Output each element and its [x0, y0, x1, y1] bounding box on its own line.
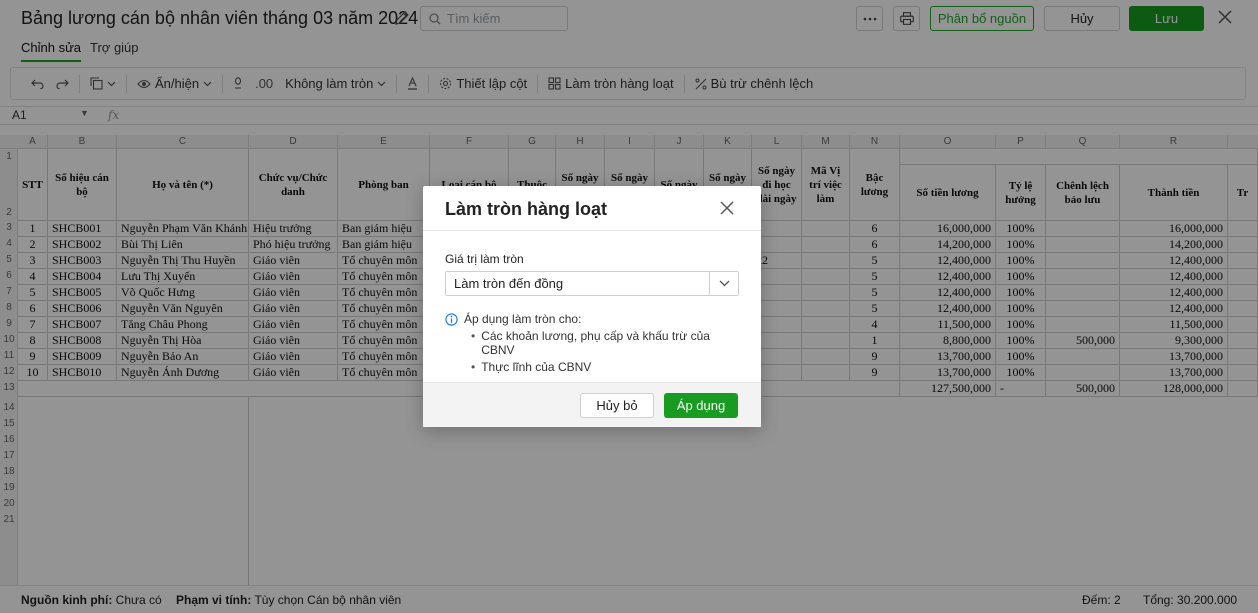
select-toggle[interactable] — [709, 272, 738, 295]
info-title: Áp dụng làm tròn cho: — [464, 312, 582, 326]
info-icon — [445, 312, 458, 326]
batch-rounding-dialog: Làm tròn hàng loạt Giá trị làm tròn Làm … — [423, 186, 761, 427]
dialog-divider — [423, 230, 761, 231]
chevron-down-icon — [719, 280, 729, 287]
bullet-icon: • — [471, 329, 476, 343]
bullet-icon: • — [471, 360, 476, 374]
info-heading: Áp dụng làm tròn cho: — [445, 312, 745, 326]
dialog-footer: Hủy bỏ Áp dụng — [423, 382, 761, 427]
rounding-value-selected: Làm tròn đến đồng — [454, 276, 564, 291]
info-item-text: Thực lĩnh của CBNV — [481, 360, 592, 374]
info-item-text: Các khoản lương, phụ cấp và khấu trừ của… — [481, 329, 710, 357]
close-icon[interactable] — [719, 200, 735, 216]
rounding-info: Áp dụng làm tròn cho: • Các khoản lương,… — [445, 312, 745, 374]
apply-button[interactable]: Áp dụng — [664, 393, 738, 418]
list-item: • Các khoản lương, phụ cấp và khấu trừ c… — [471, 329, 745, 357]
rounding-value-label: Giá trị làm tròn — [445, 252, 524, 266]
list-item: • Thực lĩnh của CBNV — [471, 360, 745, 374]
rounding-value-select[interactable]: Làm tròn đến đồng — [445, 271, 739, 296]
dismiss-button[interactable]: Hủy bỏ — [580, 393, 654, 418]
dialog-title: Làm tròn hàng loạt — [445, 199, 607, 219]
